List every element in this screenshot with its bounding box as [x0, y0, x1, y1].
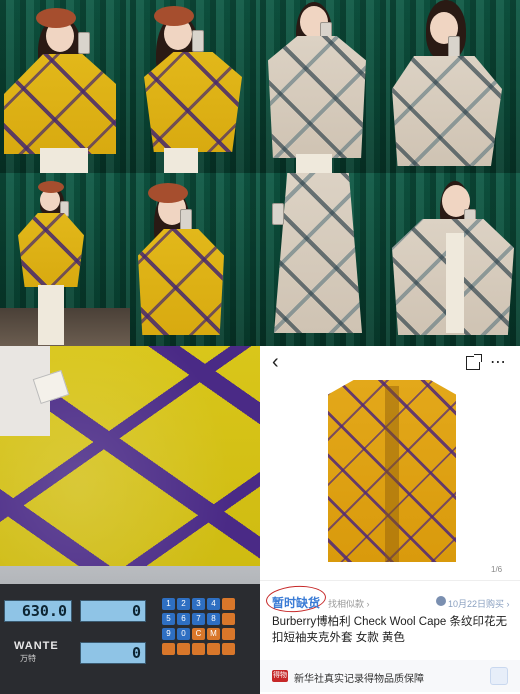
key[interactable] — [222, 628, 235, 640]
key[interactable]: 4 — [207, 598, 220, 610]
more-options-icon[interactable]: ⋯ — [490, 352, 507, 372]
photo-beige-cape-front[interactable] — [260, 0, 390, 173]
scale-brand: WANTE — [14, 640, 59, 652]
key[interactable]: 9 — [162, 628, 175, 640]
key[interactable]: 0 — [177, 628, 190, 640]
key[interactable] — [192, 643, 205, 655]
model — [260, 0, 390, 173]
key[interactable]: 2 — [177, 598, 190, 610]
key[interactable]: 7 — [192, 613, 205, 625]
photo-yellow-cape-full-front[interactable] — [0, 173, 130, 346]
total-display: 0 — [80, 642, 146, 664]
scale-brand-cn: 万特 — [20, 654, 36, 663]
buyer-avatar — [436, 596, 446, 606]
product-image-opening — [385, 386, 399, 562]
purchase-date-link[interactable]: 10月22日购买 › — [448, 597, 510, 610]
key[interactable] — [222, 613, 235, 625]
photo-beige-cape-drape[interactable] — [260, 173, 390, 346]
key[interactable]: 5 — [162, 613, 175, 625]
key[interactable]: C — [192, 628, 205, 640]
model — [260, 173, 390, 346]
photo-yellow-cape-closeup[interactable] — [130, 173, 260, 346]
find-similar-link[interactable]: 找相似款 › — [328, 597, 370, 610]
model — [390, 0, 520, 173]
key[interactable]: 8 — [207, 613, 220, 625]
photo-grid: 630.0 0 0 WANTE 万特 1 2 3 4 5 6 7 8 9 0 C… — [0, 0, 520, 694]
photo-yellow-cape-standing[interactable] — [130, 0, 260, 173]
key[interactable] — [162, 643, 175, 655]
scale-display-panel: 630.0 0 0 WANTE 万特 1 2 3 4 5 6 7 8 9 0 C… — [0, 584, 260, 694]
model — [130, 173, 260, 346]
key[interactable]: 1 — [162, 598, 175, 610]
guarantee-thumbnail-icon[interactable] — [490, 667, 508, 685]
key[interactable]: M — [207, 628, 220, 640]
top-bar: ‹ ⋯ — [260, 346, 520, 380]
key[interactable]: 3 — [192, 598, 205, 610]
guarantee-badge-icon: 得物 — [272, 670, 288, 682]
image-counter: 1/6 — [491, 565, 503, 574]
photo-yellow-cape-seated[interactable] — [0, 0, 130, 173]
photo-knit-on-scale[interactable]: 630.0 0 0 WANTE 万特 1 2 3 4 5 6 7 8 9 0 C… — [0, 346, 260, 694]
unit-price-display: 0 — [80, 600, 146, 622]
weight-display: 630.0 — [4, 600, 72, 622]
guarantee-label: 新华社真实记录得物品质保障 — [294, 674, 424, 685]
share-icon[interactable] — [466, 354, 482, 370]
key[interactable] — [207, 643, 220, 655]
photo-beige-cape-side[interactable] — [390, 0, 520, 173]
model — [390, 173, 520, 346]
back-chevron-icon[interactable]: ‹ — [272, 352, 279, 372]
model — [130, 0, 260, 173]
key[interactable]: 6 — [177, 613, 190, 625]
model — [0, 0, 130, 173]
stock-status: 暂时缺货 — [272, 596, 321, 610]
scale-keypad: 1 2 3 4 5 6 7 8 9 0 C M — [162, 598, 244, 674]
product-page-screenshot: ‹ ⋯ 1/6 暂时缺货 找相似款 › 10月22日购买 › Burberry博… — [260, 346, 520, 694]
key[interactable] — [177, 643, 190, 655]
divider — [260, 580, 520, 581]
quality-guarantee-bar[interactable]: 得物 新华社真实记录得物品质保障 — [260, 660, 520, 692]
key[interactable] — [222, 598, 235, 610]
photo-beige-cape-open[interactable] — [390, 173, 520, 346]
product-title: Burberry博柏利 Check Wool Cape 条纹印花无扣短袖夹克外套… — [272, 616, 507, 644]
model — [0, 173, 130, 346]
key[interactable] — [222, 643, 235, 655]
